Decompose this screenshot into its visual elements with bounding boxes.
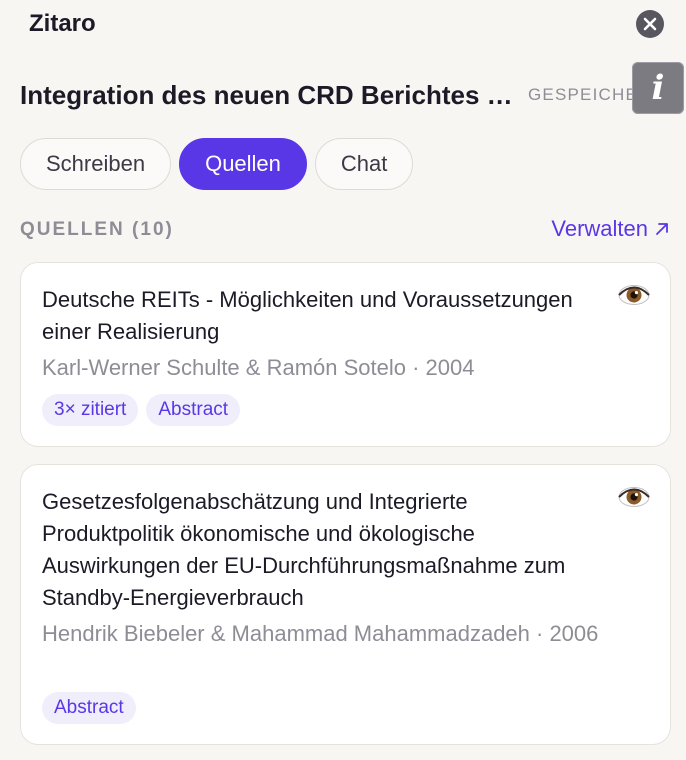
source-card[interactable]: Gesetzesfolgenabschätzung und Integriert… <box>20 464 671 745</box>
manage-sources-link[interactable]: Verwalten <box>551 216 670 242</box>
source-title: Gesetzesfolgenabschätzung und Integriert… <box>42 489 566 610</box>
app-title: Zitaro <box>29 10 96 37</box>
tag-list: Abstract <box>42 692 136 724</box>
tab-chat[interactable]: Chat <box>314 138 414 190</box>
info-icon[interactable]: i <box>632 62 684 114</box>
sources-heading: QUELLEN (10) <box>20 219 174 240</box>
close-button[interactable] <box>636 10 664 38</box>
tab-bar: Schreiben Quellen Chat <box>20 138 414 190</box>
source-title: Deutsche REITs - Möglichkeiten und Vorau… <box>42 287 573 344</box>
tag-abstract[interactable]: Abstract <box>42 692 136 724</box>
source-meta: Karl-Werner Schulte & Ramón Sotelo · 200… <box>42 355 475 380</box>
tab-quellen[interactable]: Quellen <box>179 138 307 190</box>
document-title: Integration des neuen CRD Berichtes über… <box>20 80 520 110</box>
close-icon <box>643 17 657 31</box>
tag-abstract[interactable]: Abstract <box>146 394 241 426</box>
eye-icon[interactable] <box>618 283 650 307</box>
source-card[interactable]: Deutsche REITs - Möglichkeiten und Vorau… <box>20 262 671 447</box>
eye-icon[interactable] <box>618 485 650 509</box>
tab-schreiben[interactable]: Schreiben <box>20 138 172 190</box>
arrow-up-right-icon <box>656 223 668 235</box>
tag-list: 3× zitiert Abstract <box>42 394 241 426</box>
header-bar: Zitaro <box>0 0 686 48</box>
manage-label: Verwalten <box>551 216 648 241</box>
source-meta: Hendrik Biebeler & Mahammad Mahammadzade… <box>42 621 599 646</box>
tag-cited[interactable]: 3× zitiert <box>42 394 139 426</box>
